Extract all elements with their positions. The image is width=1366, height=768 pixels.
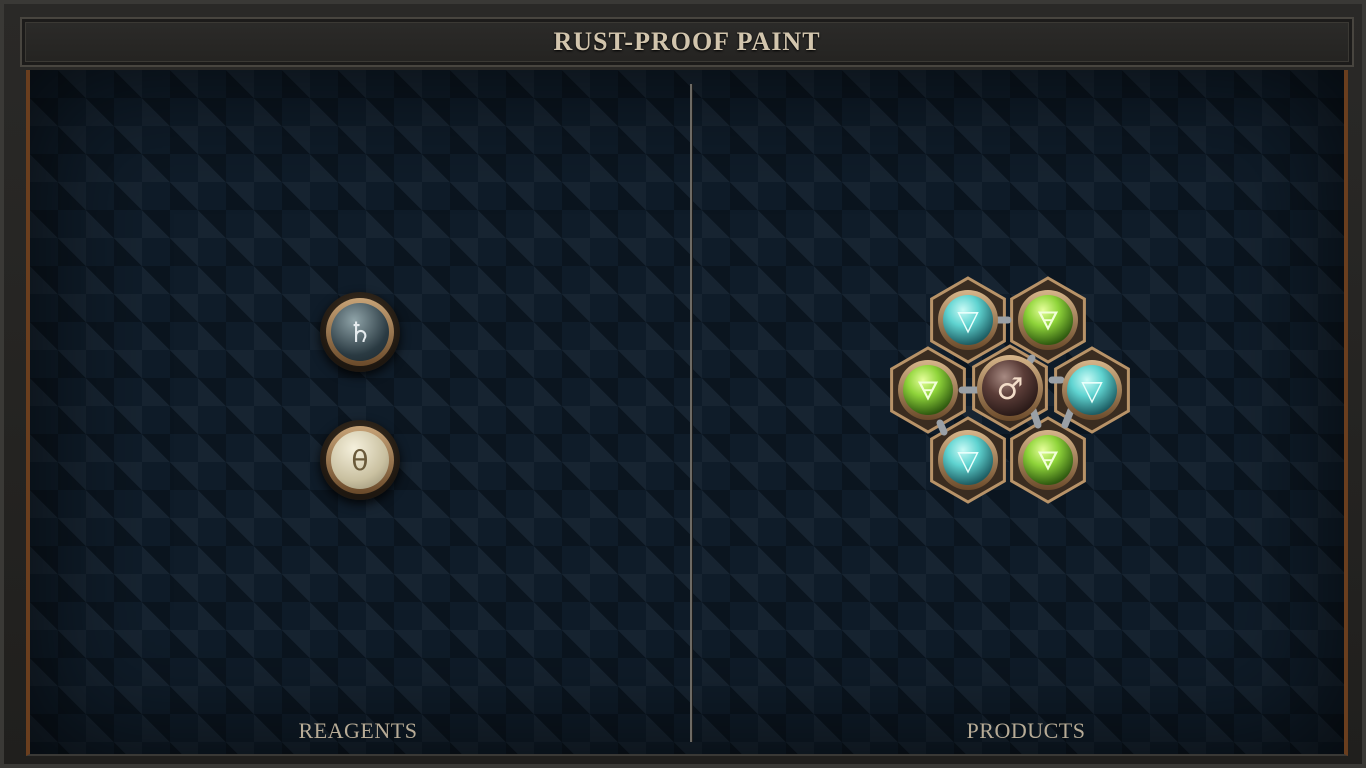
- water-icon: ▽: [957, 304, 979, 337]
- reagent-slot-salt[interactable]: θ: [320, 420, 400, 500]
- products-label: PRODUCTS: [966, 718, 1086, 743]
- earth-icon: 🜃: [917, 377, 940, 407]
- atom-water-1: ▽: [938, 290, 998, 350]
- water-icon: ▽: [1081, 374, 1103, 407]
- atom-earth-1: 🜃: [1018, 290, 1078, 350]
- earth-icon: 🜃: [1037, 447, 1060, 477]
- atom-water-3: ▽: [938, 430, 998, 490]
- earth-icon: 🜃: [1037, 307, 1060, 337]
- reagents-label: REAGENTS: [298, 718, 418, 743]
- atom-earth-3: 🜃: [1018, 430, 1078, 490]
- window-frame: RUST-PROOF PAINT ♄ θ REAGENTS PRODUCTS: [0, 0, 1366, 768]
- atom-iron: ♂: [977, 355, 1043, 421]
- atom-earth-2: 🜃: [898, 360, 958, 420]
- salt-icon: θ: [331, 431, 389, 489]
- title-bar: RUST-PROOF PAINT: [20, 17, 1354, 67]
- product-molecule[interactable]: ▽ 🜃 🜃 ♂ ▽ ▽ 🜃: [858, 270, 1158, 514]
- page-title: RUST-PROOF PAINT: [553, 27, 821, 56]
- panel-divider: [690, 84, 692, 742]
- iron-icon: ♂: [997, 372, 1024, 407]
- water-icon: ▽: [957, 444, 979, 477]
- lead-icon: ♄: [331, 303, 389, 361]
- atom-water-2: ▽: [1062, 360, 1122, 420]
- reagent-slot-lead[interactable]: ♄: [320, 292, 400, 372]
